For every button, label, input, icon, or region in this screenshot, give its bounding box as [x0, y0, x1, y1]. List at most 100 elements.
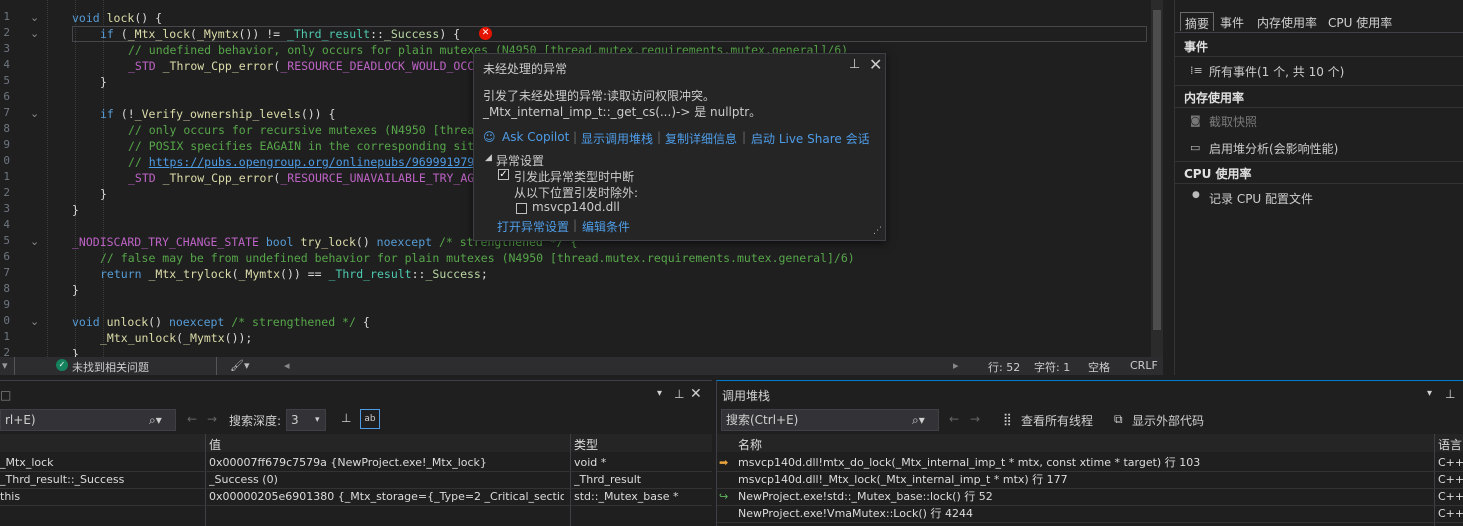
issues-status[interactable]: 未找到相关问题	[72, 359, 149, 375]
whitespace-indicator[interactable]: 空格	[1088, 359, 1110, 375]
live-share-link[interactable]: 启动 Live Share 会话	[751, 130, 870, 147]
indent-guide	[103, 0, 104, 357]
column-indicator[interactable]: 字符: 1	[1034, 359, 1070, 375]
open-exception-settings-link[interactable]: 打开异常设置	[497, 218, 569, 235]
break-on-exception-checkbox[interactable]: ✓	[498, 169, 509, 180]
code-token: _Success	[425, 267, 481, 281]
line-number: 0	[3, 314, 10, 327]
dropdown-arrow-icon[interactable]: ▾	[2, 359, 8, 372]
line-number: 0	[3, 154, 10, 167]
tab-cpu[interactable]: CPU 使用率	[1324, 12, 1396, 31]
collapse-icon[interactable]: ◢	[485, 153, 492, 163]
record-icon: ●	[1192, 190, 1200, 200]
code-token: unlock	[106, 315, 149, 329]
pin-icon[interactable]: ⊥	[674, 387, 684, 401]
copilot-icon[interactable]: ☺	[483, 130, 496, 144]
column-name[interactable]: 名称	[738, 436, 762, 453]
line-number: 3	[3, 202, 10, 215]
forward-arrow-icon[interactable]: →	[970, 412, 980, 426]
callstack-cell-lang: C++	[1438, 490, 1463, 503]
code-token: _STD	[128, 171, 163, 185]
code-line: }	[72, 202, 79, 218]
code-token: return	[100, 267, 149, 281]
scroll-left-icon[interactable]: ◂	[284, 359, 290, 372]
line-number: 9	[3, 138, 10, 151]
error-icon[interactable]: ✕	[479, 27, 492, 40]
pin-icon[interactable]: ⊥	[849, 57, 860, 72]
callstack-cell-name: msvcp140d.dll!_Mtx_lock(_Mtx_internal_im…	[738, 473, 1068, 486]
line-number: 1	[3, 330, 10, 343]
enable-heap-profiling-button[interactable]: 启用堆分析(会影响性能)	[1209, 140, 1338, 157]
tab-events[interactable]: 事件	[1216, 12, 1248, 31]
camera-icon: ◙	[1190, 114, 1201, 127]
line-number: 2	[3, 346, 10, 357]
line-ending-indicator[interactable]: CRLF	[1130, 359, 1158, 372]
code-token: _Mymtx	[183, 331, 225, 345]
column-value[interactable]: 值	[209, 436, 221, 453]
exception-popup: 未经处理的异常 ⊥ ✕ 引发了未经处理的异常:读取访问权限冲突。 _Mtx_in…	[473, 53, 886, 241]
line-number: 8	[3, 122, 10, 135]
edit-conditions-link[interactable]: 编辑条件	[582, 218, 630, 235]
hex-view-icon[interactable]: ab	[360, 409, 380, 429]
all-events-item[interactable]: 所有事件(1 个, 共 10 个)	[1209, 63, 1344, 80]
editor-scrollbar-thumb[interactable]	[1153, 10, 1161, 330]
locals-cell-type: void *	[574, 456, 607, 469]
panel-menu-icon[interactable]: ▾	[1427, 388, 1432, 399]
panel-edge: □	[0, 388, 12, 402]
code-line: _STD _Throw_Cpp_error(_RESOURCE_UNAVAILA…	[128, 170, 509, 186]
line-number: 8	[3, 282, 10, 295]
scroll-right-icon[interactable]: ▸	[953, 359, 959, 372]
code-token: // POSIX specifies EAGAIN in the corresp…	[128, 139, 523, 153]
callstack-cell-lang: C++	[1438, 473, 1463, 486]
line-number: 7	[3, 106, 10, 119]
column-language[interactable]: 语言	[1438, 436, 1462, 453]
callstack-title: 调用堆栈	[722, 389, 771, 403]
code-token: ()) {	[300, 107, 336, 121]
code-token: /* strengthened */	[231, 315, 363, 329]
forward-arrow-icon[interactable]: →	[207, 412, 217, 426]
msvcp-checkbox[interactable]	[516, 203, 527, 214]
callstack-cell-name: NewProject.exe!VmaMutex::Lock() 行 4244	[738, 507, 973, 520]
code-token: noexcept	[376, 235, 439, 249]
record-cpu-profile-button[interactable]: 记录 CPU 配置文件	[1209, 190, 1313, 207]
line-indicator[interactable]: 行: 52	[988, 359, 1020, 375]
resize-grip-icon[interactable]: ⋰	[873, 226, 882, 236]
tab-summary[interactable]: 摘要	[1180, 12, 1215, 31]
copy-details-link[interactable]: 复制详细信息	[665, 130, 737, 147]
locals-cell-value: 0x00000205e6901380 {_Mtx_storage={_Type=…	[209, 490, 564, 503]
current-line-highlight	[72, 26, 1147, 42]
msvcp-label: msvcp140d.dll	[532, 200, 620, 214]
locals-search-input[interactable]: rl+E) ⌕▾	[0, 409, 176, 431]
pin-filter-icon[interactable]: ⊥	[341, 411, 351, 425]
column-type[interactable]: 类型	[574, 436, 598, 453]
locals-cell-name: this	[0, 490, 21, 503]
fold-chevron-icon[interactable]: ⌄	[30, 315, 39, 328]
show-external-code-button[interactable]: 显示外部代码	[1132, 412, 1204, 429]
return-frame-arrow-icon: ↪	[719, 490, 729, 503]
pin-icon[interactable]: ⊥	[1445, 387, 1455, 401]
close-icon[interactable]: ✕	[869, 55, 882, 74]
code-token: (!	[120, 107, 135, 121]
code-token: //	[128, 155, 149, 169]
callstack-cell-name: msvcp140d.dll!mtx_do_lock(_Mtx_internal_…	[738, 456, 1201, 469]
exception-settings-heading: 异常设置	[496, 154, 545, 168]
fold-chevron-icon[interactable]: ⌄	[30, 27, 39, 40]
show-callstack-link[interactable]: 显示调用堆栈	[581, 130, 653, 147]
back-arrow-icon[interactable]: ←	[949, 412, 959, 426]
brush-icon[interactable]: 🖌▾	[230, 359, 250, 372]
code-token: void	[72, 11, 107, 25]
panel-menu-icon[interactable]: ▾	[657, 388, 662, 399]
view-all-threads-button[interactable]: 查看所有线程	[1021, 412, 1093, 429]
tab-memory[interactable]: 内存使用率	[1253, 12, 1321, 31]
line-number: 1	[3, 10, 10, 23]
close-icon[interactable]: ✕	[690, 386, 702, 402]
fold-chevron-icon[interactable]: ⌄	[30, 107, 39, 120]
back-arrow-icon[interactable]: ←	[187, 412, 197, 426]
fold-chevron-icon[interactable]: ⌄	[30, 235, 39, 248]
take-snapshot-button[interactable]: 截取快照	[1209, 113, 1257, 130]
callstack-search-input[interactable]: 搜索(Ctrl+E) ⌕▾	[721, 409, 939, 431]
code-token: _RESOURCE_UNAVAILABLE_TRY_AGAIN	[280, 171, 495, 185]
search-depth-select[interactable]: 3 ▾	[286, 409, 326, 431]
fold-chevron-icon[interactable]: ⌄	[30, 11, 39, 24]
ask-copilot-link[interactable]: Ask Copilot	[502, 130, 569, 144]
